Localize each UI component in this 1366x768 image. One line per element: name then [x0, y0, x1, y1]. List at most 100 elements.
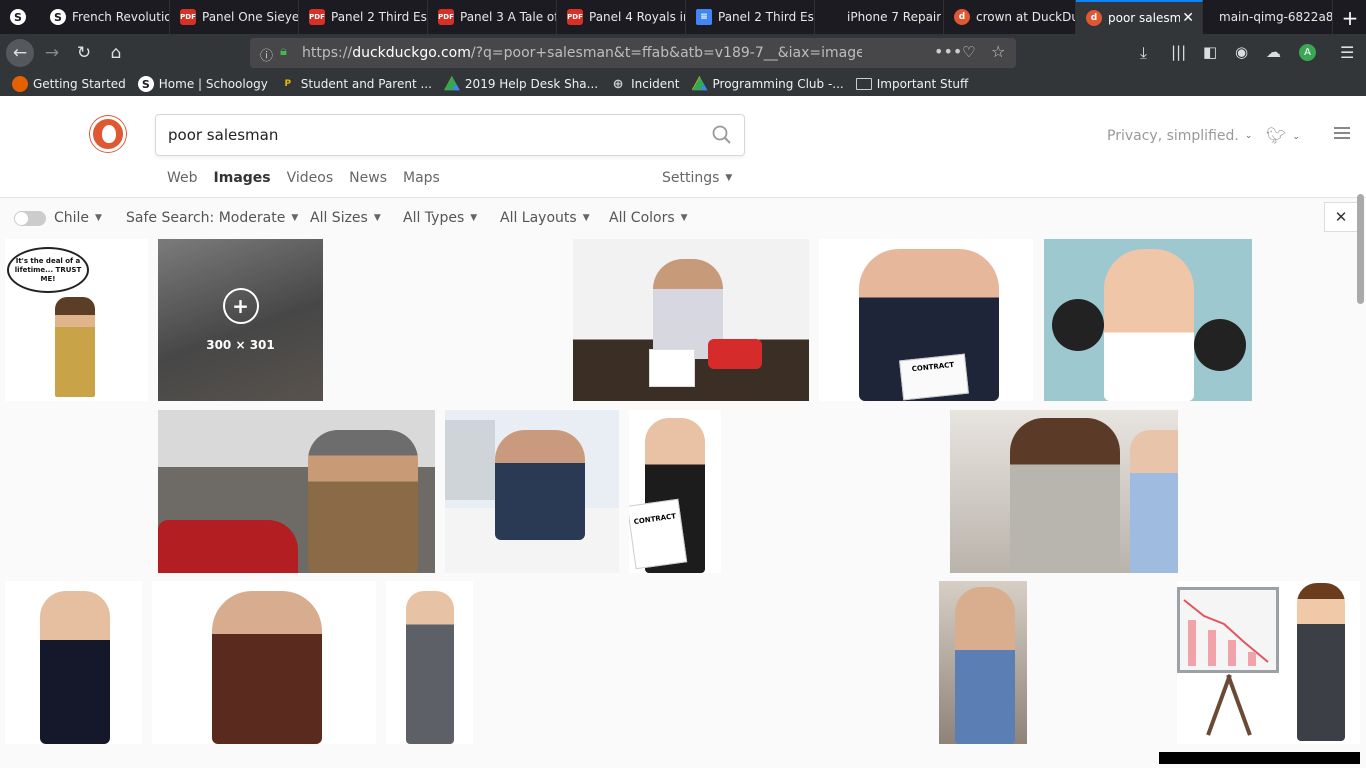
tab-crown[interactable]: d crown at DuckDu: [944, 0, 1076, 34]
size-filter[interactable]: All Sizes ▼: [310, 210, 381, 226]
close-filters-button[interactable]: ✕: [1324, 202, 1358, 232]
info-icon[interactable]: ⓘ: [260, 45, 273, 64]
url-bar[interactable]: ⓘ 🔒︎ https://duckduckgo.com/?q=poor+sale…: [250, 38, 1016, 68]
image-result-desk-paper-plane[interactable]: [445, 410, 619, 573]
bookmark-icon: P: [284, 79, 292, 89]
drive-icon: [691, 76, 708, 91]
tab-panel-one[interactable]: PDF Panel One Sieye: [170, 0, 299, 34]
extension-icon[interactable]: ☁: [1266, 43, 1281, 61]
bottom-panel-edge: [1159, 752, 1360, 764]
image-result-suit-shrug[interactable]: [5, 581, 142, 744]
chart-board: [1177, 587, 1279, 673]
caret-down-icon: ▼: [725, 173, 733, 183]
bookmark-incident[interactable]: ⊕ Incident: [610, 76, 680, 92]
tab-iphone-repair[interactable]: iPhone 7 Repair: [815, 0, 944, 34]
settings-dropdown[interactable]: Settings ▼: [662, 170, 732, 186]
image-result-grey-suit-paper[interactable]: [386, 581, 473, 744]
safe-search-label: Safe Search: Moderate: [126, 210, 286, 226]
tab-poor-salesman[interactable]: dpoor salesma✕: [1076, 0, 1203, 34]
tab-web[interactable]: Web: [167, 170, 198, 186]
new-tab-button[interactable]: +: [1338, 6, 1362, 30]
color-filter[interactable]: All Colors ▼: [609, 210, 688, 226]
bookmark-programming-club[interactable]: Programming Club -...: [691, 76, 844, 92]
region-filter[interactable]: Chile ▼: [54, 210, 102, 226]
hamburger-menu-icon[interactable]: [1334, 127, 1350, 139]
image-result-screaming-phones[interactable]: [1044, 239, 1252, 401]
tab-panel-2[interactable]: PDF Panel 2 Third Est: [299, 0, 428, 34]
profile-avatar-icon[interactable]: A: [1299, 44, 1316, 61]
back-button[interactable]: ←: [6, 39, 34, 67]
more-actions-icon[interactable]: •••: [934, 42, 962, 61]
image-result-thumbs-up-retro[interactable]: [152, 581, 376, 744]
image-result-smiling-contract[interactable]: CONTRACT: [819, 239, 1033, 401]
tab-french-revolution[interactable]: S French Revolutio: [40, 0, 170, 34]
bookmark-star-icon[interactable]: ☆: [991, 42, 1005, 61]
bookmark-schoology[interactable]: S Home | Schoology: [137, 76, 268, 92]
red-car: [158, 520, 298, 573]
bookmarks-bar: Getting Started S Home | Schoology P Stude…: [0, 72, 1366, 96]
image-result-ok-sign[interactable]: [939, 581, 1027, 744]
bookmark-important-stuff[interactable]: Important Stuff: [855, 77, 968, 91]
library-icon[interactable]: |||: [1171, 43, 1186, 61]
man-figure: [406, 591, 454, 744]
reload-button[interactable]: ↻: [70, 39, 98, 67]
sidebar-icon[interactable]: ◧: [1203, 43, 1217, 61]
firefox-icon: [12, 76, 28, 92]
image-result-contract-shocked[interactable]: CONTRACT: [629, 410, 721, 573]
layout-label: All Layouts: [500, 210, 577, 226]
tab-maps[interactable]: Maps: [403, 170, 440, 186]
search-input[interactable]: [168, 126, 688, 144]
image-result-handshake-showroom[interactable]: [950, 410, 1178, 573]
ddg-header: Web Images Videos News Maps Settings ▼ Pr…: [0, 96, 1366, 198]
easel-leg: [1206, 674, 1232, 736]
image-result-thumbs-up-salesman[interactable]: + 300 × 301: [158, 239, 323, 401]
image-result-stressed-phone[interactable]: [573, 239, 809, 401]
safe-search-filter[interactable]: Safe Search: Moderate ▼: [126, 210, 298, 226]
expand-plus-icon[interactable]: +: [222, 288, 259, 324]
type-filter[interactable]: All Types ▼: [403, 210, 477, 226]
pocket-icon[interactable]: ♡: [962, 43, 975, 61]
twitter-dropdown[interactable]: 🐦︎ ⌄: [1266, 126, 1300, 145]
folder-icon: [855, 78, 872, 90]
tab-panel-3[interactable]: PDF Panel 3 A Tale of: [428, 0, 557, 34]
image-result-falling-chart-cartoon[interactable]: [1177, 581, 1360, 744]
image-result-used-car-salesman[interactable]: [158, 410, 435, 573]
page-scrollbar[interactable]: [1357, 194, 1364, 304]
tab-videos[interactable]: Videos: [287, 170, 334, 186]
url-text[interactable]: https://duckduckgo.com/?q=poor+salesman&…: [302, 45, 862, 61]
duckduckgo-icon: d: [1086, 10, 1102, 26]
bookmark-student-parent[interactable]: P Student and Parent ...: [280, 76, 431, 92]
bookmark-getting-started[interactable]: Getting Started: [12, 76, 126, 92]
man-figure: [40, 591, 110, 744]
layout-filter[interactable]: All Layouts ▼: [500, 210, 590, 226]
search-nav: Web Images Videos News Maps: [167, 170, 456, 186]
privacy-dropdown[interactable]: Privacy, simplified. ⌄: [1107, 128, 1252, 144]
man-figure: [955, 587, 1015, 744]
image-hover-overlay[interactable]: + 300 × 301: [158, 239, 323, 401]
downloads-icon[interactable]: ⤓: [1140, 43, 1147, 63]
close-tab-icon[interactable]: ✕: [1182, 10, 1194, 26]
tab-main-qimg[interactable]: main-qimg-6822a8b: [1203, 0, 1333, 34]
red-phone: [708, 339, 762, 369]
bookmark-help-desk[interactable]: 2019 Help Desk Sha...: [443, 76, 598, 92]
region-toggle[interactable]: [14, 211, 46, 226]
tab-panel-2-doc[interactable]: ≡ Panel 2 Third Est: [686, 0, 815, 34]
home-button[interactable]: ⌂: [102, 39, 130, 67]
monitor: [445, 420, 495, 500]
tab-news[interactable]: News: [349, 170, 387, 186]
duckduckgo-logo[interactable]: [90, 116, 126, 152]
account-icon[interactable]: ◉: [1235, 43, 1248, 61]
schoology-icon: S: [50, 9, 66, 25]
menu-icon[interactable]: ☰: [1340, 43, 1354, 62]
image-dimensions: 300 × 301: [206, 338, 275, 352]
tab-images[interactable]: Images: [214, 170, 271, 186]
search-icon[interactable]: [712, 125, 732, 145]
tab-panel-4[interactable]: PDF Panel 4 Royals in: [557, 0, 686, 34]
forward-button[interactable]: →: [38, 39, 66, 67]
lock-icon[interactable]: 🔒︎: [280, 44, 287, 59]
search-box: [155, 114, 745, 156]
duckduckgo-icon: d: [954, 9, 970, 25]
image-result-cartoon-salesman[interactable]: It's the deal of a lifetime... TRUST ME!: [5, 239, 148, 401]
pdf-icon: PDF: [567, 9, 583, 25]
man-figure: [495, 430, 585, 540]
